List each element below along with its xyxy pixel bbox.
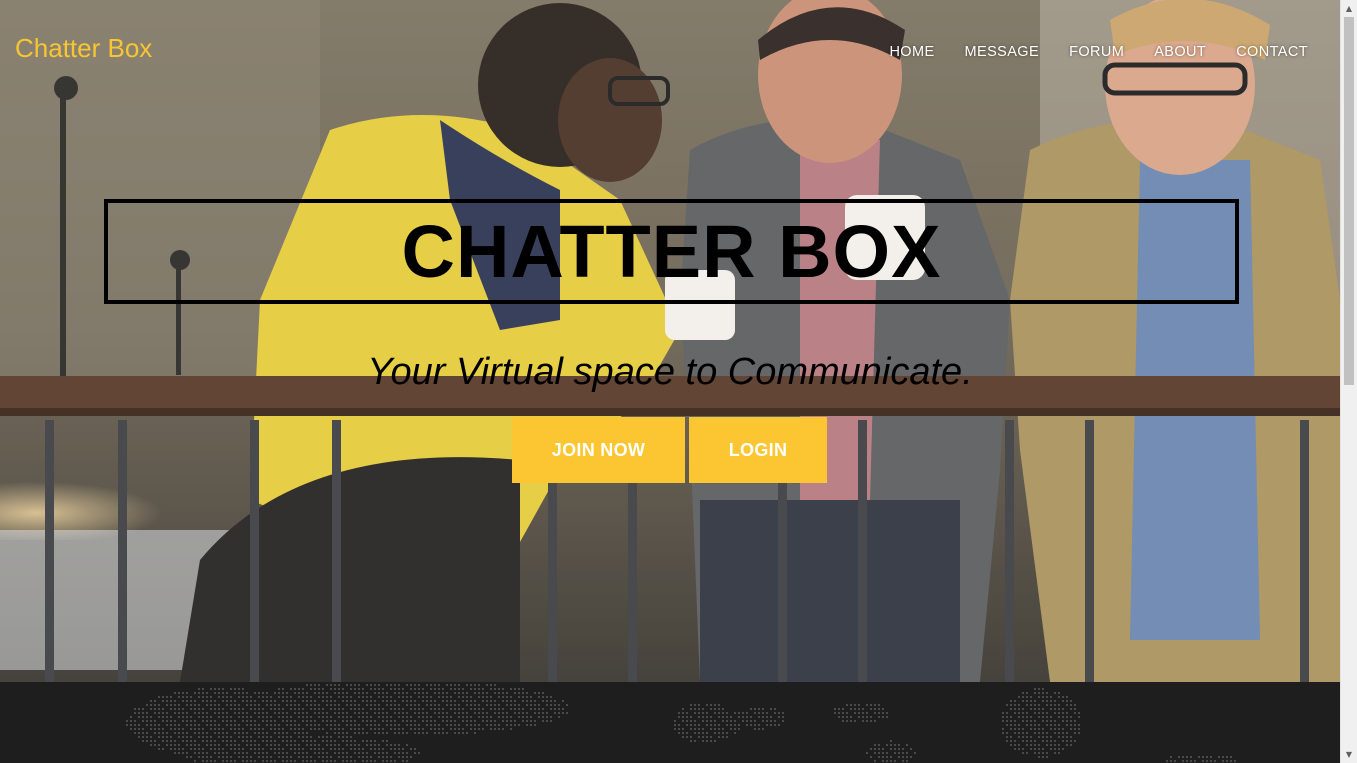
scroll-up-arrow-icon[interactable]: ▲ xyxy=(1341,0,1357,17)
scroll-thumb[interactable] xyxy=(1344,17,1354,385)
hero-tagline: Your Virtual space to Communicate. xyxy=(367,351,973,393)
page: Chatter Box HOME MESSAGE FORUM ABOUT CON… xyxy=(0,0,1357,763)
brand-logo[interactable]: Chatter Box xyxy=(15,32,152,64)
nav-item-forum[interactable]: FORUM xyxy=(1054,43,1139,61)
nav-item-about[interactable]: ABOUT xyxy=(1139,43,1221,61)
join-now-button[interactable]: JOIN NOW xyxy=(512,417,685,483)
hero-title: CHATTER BOX xyxy=(401,209,942,293)
vertical-scrollbar[interactable]: ▲ ▼ xyxy=(1340,0,1357,763)
footer-map-section xyxy=(0,682,1340,763)
hero-section: Chatter Box HOME MESSAGE FORUM ABOUT CON… xyxy=(0,0,1340,682)
nav-item-contact[interactable]: CONTACT xyxy=(1221,43,1323,61)
hero-overlay xyxy=(0,0,1340,682)
login-button[interactable]: LOGIN xyxy=(689,417,827,483)
main-nav: HOME MESSAGE FORUM ABOUT CONTACT xyxy=(874,43,1323,61)
hero-title-box: CHATTER BOX xyxy=(104,199,1239,304)
nav-item-home[interactable]: HOME xyxy=(874,43,949,61)
scroll-down-arrow-icon[interactable]: ▼ xyxy=(1341,746,1357,763)
nav-item-message[interactable]: MESSAGE xyxy=(950,43,1055,61)
world-map-dots xyxy=(126,684,1236,762)
